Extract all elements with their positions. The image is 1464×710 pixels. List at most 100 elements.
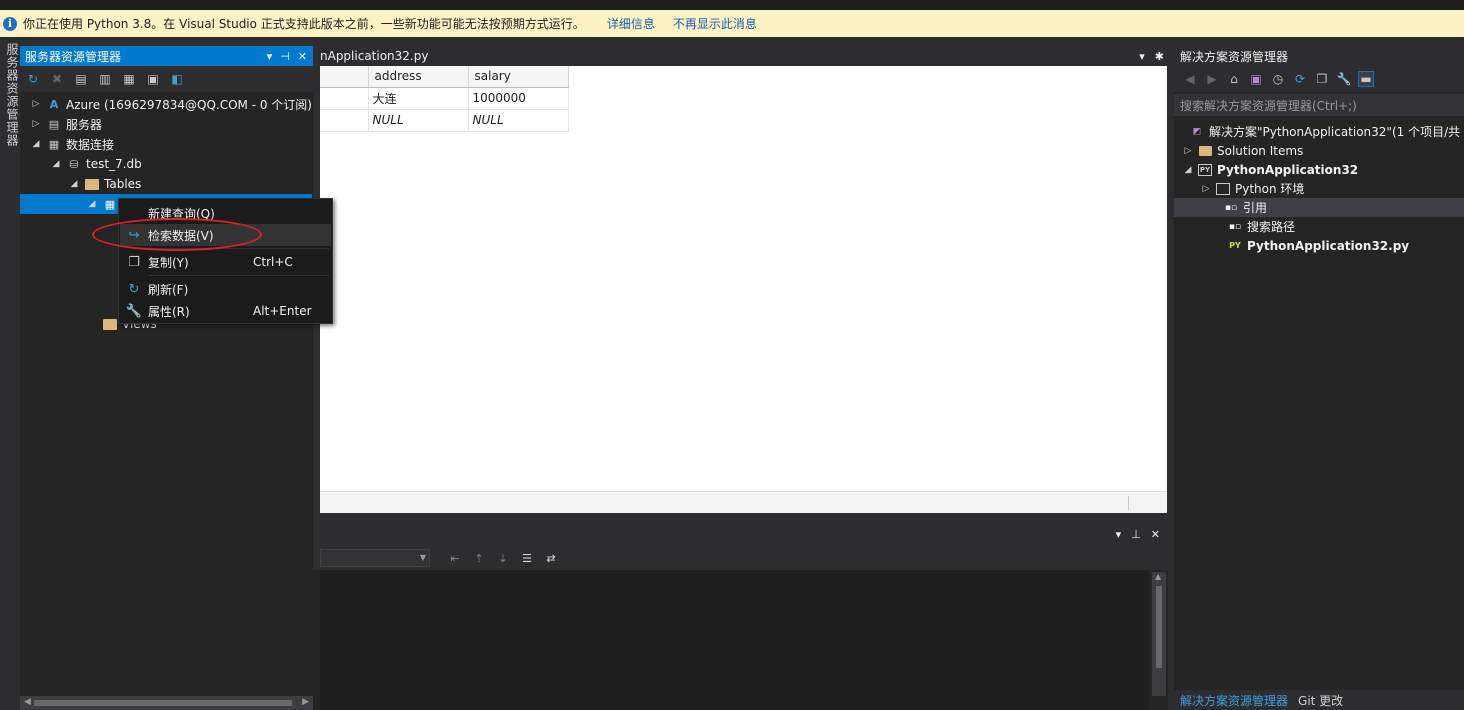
scrollbar-thumb[interactable] (1156, 586, 1162, 668)
server-icon: ▤ (48, 117, 60, 131)
horizontal-scrollbar[interactable]: ◀ ▶ (20, 696, 313, 710)
tree-item-label: test_7.db (86, 157, 142, 171)
collapse-arrow-icon[interactable]: ◢ (50, 159, 62, 169)
tab-dropdown-icon[interactable]: ▾ (1139, 50, 1145, 63)
server-explorer-side-tab[interactable]: 服务器资源管理器 (0, 37, 20, 710)
next-message-icon[interactable]: ⇣ (494, 552, 512, 565)
tab-git-changes[interactable]: Git 更改 (1288, 692, 1343, 709)
expand-arrow-icon[interactable]: ▷ (1200, 184, 1212, 194)
menu-item-copy[interactable]: ❐ 复制(Y) Ctrl+C (120, 251, 331, 273)
output-source-select[interactable]: ▼ (320, 549, 430, 567)
dropdown-icon[interactable]: ▾ (1116, 528, 1122, 541)
menu-item-properties[interactable]: 🔧 属性(R) Alt+Enter (120, 300, 331, 322)
tree-item-servers[interactable]: ▷ ▤ 服务器 (30, 114, 102, 134)
word-wrap-icon[interactable]: ⇄ (542, 552, 560, 565)
sync-icon[interactable]: ⟳ (1292, 71, 1308, 87)
column-header-salary[interactable]: salary (468, 66, 569, 88)
wrench-icon[interactable]: 🔧 (1336, 71, 1352, 87)
server-explorer-title-bar: 服务器资源管理器 ▾ ⊣ ✕ (20, 46, 313, 66)
server-explorer-panel: 服务器资源管理器 ▾ ⊣ ✕ ↻ ✖ ▤ ▥ ▦ ▣ ◧ ▷ A Azure (… (20, 46, 313, 710)
connect-server-icon[interactable]: ▥ (98, 72, 112, 86)
dismiss-link[interactable]: 不再显示此消息 (673, 15, 757, 32)
solution-search-input[interactable]: 搜索解决方案资源管理器(Ctrl+;) (1174, 94, 1464, 116)
tree-item-python-file[interactable]: PY PythonApplication32.py (1224, 236, 1409, 255)
refresh-icon[interactable]: ↻ (26, 72, 40, 86)
azure-icon[interactable]: ◧ (170, 72, 184, 86)
table-cell[interactable]: 1000000 (468, 87, 569, 110)
environment-icon (1216, 182, 1230, 195)
tree-item-python-env[interactable]: ▷ Python 环境 (1200, 179, 1305, 198)
home-icon[interactable]: ⌂ (1226, 71, 1242, 87)
vertical-scrollbar[interactable]: ▲ (1152, 572, 1166, 696)
connect-database-icon[interactable]: ▤ (74, 72, 88, 86)
tree-item-data-connections[interactable]: ◢ ▦ 数据连接 (30, 134, 114, 154)
clear-all-icon[interactable]: ☰ (518, 552, 536, 565)
pin-icon[interactable]: ⊣ (280, 50, 290, 63)
gear-icon[interactable]: ✱ (1155, 50, 1164, 63)
tab-solution-explorer[interactable]: 解决方案资源管理器 (1174, 692, 1288, 709)
top-strip (0, 0, 1464, 10)
collapse-arrow-icon[interactable]: ◢ (68, 179, 80, 189)
collapse-arrow-icon[interactable]: ◢ (1182, 165, 1194, 175)
python-project-icon: PY (1198, 163, 1212, 176)
tree-item-tables[interactable]: ◢ Tables (68, 174, 142, 194)
close-icon[interactable]: ✕ (298, 50, 307, 63)
tree-item-database[interactable]: ◢ ⛁ test_7.db (50, 154, 142, 174)
details-link[interactable]: 详细信息 (607, 15, 655, 32)
forward-icon[interactable]: ▶ (1204, 71, 1220, 87)
pin-icon[interactable]: ⊥ (1131, 528, 1141, 541)
find-message-icon[interactable]: ⇤ (446, 552, 464, 565)
table-row[interactable]: NULL NULL (320, 109, 569, 132)
back-icon[interactable]: ◀ (1182, 71, 1198, 87)
dropdown-icon[interactable]: ▾ (267, 50, 273, 63)
switch-views-icon[interactable]: ▣ (1248, 71, 1264, 87)
python-file-icon: PY (1229, 241, 1241, 250)
preview-selected-icon[interactable]: ▬ (1358, 71, 1374, 87)
results-grid: address salary 大连 1000000 NULL NULL (320, 66, 1167, 513)
document-tab[interactable]: nApplication32.py (313, 49, 428, 63)
filter-icon[interactable]: ▣ (146, 72, 160, 86)
collapse-arrow-icon[interactable]: ◢ (30, 139, 42, 149)
table-cell[interactable]: NULL (468, 109, 569, 132)
table-cell[interactable]: 大连 (368, 87, 469, 110)
search-paths-icon: ▪▫ (1228, 221, 1242, 232)
scroll-right-icon[interactable]: ▶ (302, 697, 309, 707)
expand-arrow-icon[interactable]: ▷ (1182, 146, 1194, 156)
tree-item-search-paths[interactable]: ▪▫ 搜索路径 (1224, 217, 1295, 236)
scroll-up-icon[interactable]: ▲ (1155, 572, 1161, 581)
stop-icon[interactable]: ✖ (50, 72, 64, 86)
scrollbar-thumb[interactable] (34, 700, 292, 706)
highlight-ellipse-annotation (92, 218, 262, 251)
output-toolbar: ▼ ⇤ ⇡ ⇣ ☰ ⇄ (313, 546, 1168, 570)
menu-divider (149, 275, 329, 276)
solution-icon: ◩ (1192, 126, 1202, 137)
tree-item-label: PythonApplication32.py (1247, 238, 1410, 253)
column-header-address[interactable]: address (368, 66, 469, 88)
tree-item-azure[interactable]: ▷ A Azure (1696297834@QQ.COM - 0 个订阅) (30, 94, 312, 114)
collapse-all-icon[interactable]: ❐ (1314, 71, 1330, 87)
server-explorer-title: 服务器资源管理器 (25, 49, 122, 64)
output-text-area[interactable] (320, 570, 1149, 710)
collapse-arrow-icon[interactable]: ◢ (86, 199, 98, 209)
tree-item-references[interactable]: ▪▫ 引用 (1174, 198, 1464, 217)
expand-arrow-icon[interactable]: ▷ (30, 99, 42, 109)
pending-changes-filter-icon[interactable]: ◷ (1270, 71, 1286, 87)
tree-item-solution-items[interactable]: ▷ Solution Items (1182, 141, 1304, 160)
tree-item-project[interactable]: ◢ PY PythonApplication32 (1182, 160, 1359, 179)
expand-arrow-icon[interactable]: ▷ (30, 119, 42, 129)
menu-item-refresh[interactable]: ↻ 刷新(F) (120, 278, 331, 300)
side-tab-label: 服务器资源管理器 (5, 43, 19, 147)
table-cell[interactable]: NULL (368, 109, 469, 132)
tree-item-solution[interactable]: ◩ 解决方案"PythonApplication32"(1 个项目/共 1 (1186, 122, 1464, 141)
close-icon[interactable]: ✕ (1151, 528, 1160, 541)
solution-explorer-title: 解决方案资源管理器 (1180, 49, 1289, 64)
tree-item-label: 搜索路径 (1247, 220, 1296, 234)
output-panel: ▾ ⊥ ✕ ▼ ⇤ ⇡ ⇣ ☰ ⇄ ▲ (313, 522, 1168, 710)
folder-icon (84, 177, 100, 191)
table-row[interactable]: 大连 1000000 (320, 87, 569, 110)
previous-message-icon[interactable]: ⇡ (470, 552, 488, 565)
tree-item-label: Python 环境 (1235, 182, 1305, 196)
context-menu: 新建查询(Q) ↪ 检索数据(V) ❐ 复制(Y) Ctrl+C ↻ 刷新(F)… (118, 198, 333, 324)
scroll-left-icon[interactable]: ◀ (24, 697, 31, 707)
add-connection-icon[interactable]: ▦ (122, 72, 136, 86)
